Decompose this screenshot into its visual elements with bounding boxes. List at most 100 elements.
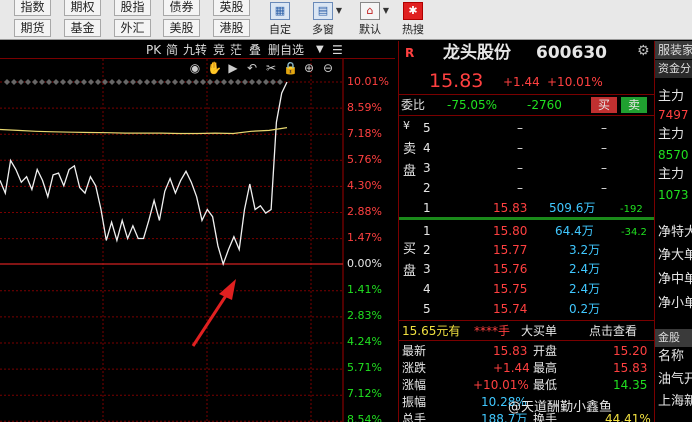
limit-band-marker [32,79,38,85]
sell-level: 2 [423,181,431,195]
toolbar-btn-hk-stocks[interactable]: 港股 [213,19,250,37]
average-price-line [0,127,288,135]
scissors-icon[interactable]: ✂ [264,61,278,75]
limit-band-marker [193,79,199,85]
limit-band-marker [151,79,157,85]
sell-button[interactable]: 卖 [621,97,647,113]
undo-icon[interactable]: ↶ [245,61,259,75]
toolbar-btn-options[interactable]: 期权 [64,0,101,16]
list-item[interactable]: 上海新 [658,394,692,410]
toolbar-btn-uk-stocks[interactable]: 英股 [213,0,250,16]
y-label-up-2: 8.59% [347,101,382,114]
sell-volume: 509.6万 [549,201,596,215]
webi-label: 委比 [401,98,426,112]
limit-band-marker [270,79,276,85]
chevron-down-icon[interactable]: ▼ [316,42,324,58]
tab-auction[interactable]: 竞 [213,42,225,58]
toolbar-default-button[interactable]: ⌂ 默认 ▼ [349,0,391,40]
toolbar-btn-forex[interactable]: 外汇 [114,19,151,37]
y-label-up-5: 4.30% [347,179,382,192]
lock-icon[interactable]: 🔒 [283,61,298,75]
chart-canvas [0,59,344,422]
toolbar-default-label: 默认 [359,23,381,36]
toolbar-custom-button[interactable]: ▦ 自定 [259,0,301,40]
limit-band-marker [186,79,192,85]
toolbar-btn-us-stocks[interactable]: 美股 [163,19,200,37]
buy-volume: 3.2万 [569,243,601,257]
y-label-up-4: 5.76% [347,153,382,166]
toolbar-btn-index[interactable]: 指数 [14,0,51,16]
toolbar-btn-futures[interactable]: 期货 [14,19,51,37]
limit-band-marker [74,79,80,85]
annotation-arrow [191,290,231,347]
currency-icon: ¥ [403,119,410,132]
intraday-chart[interactable]: PK 简 九转 竞 茫 叠 删自选 ▼ ☰ ◉ ✋ ▶ ↶ ✂ 🔒 ⊕ ⊖ 10… [0,41,395,422]
chevron-down-icon[interactable]: ▼ [383,6,389,15]
webi-pct: -75.05% [447,98,498,112]
play-icon[interactable]: ▶ [226,61,240,75]
quote-panel: R 龙头股份 600630 ⚙ 15.83 +1.44 +10.01% 委比 -… [398,41,654,422]
toolbar-multiwindow-button[interactable]: ▤ 多窗 ▼ [302,0,344,40]
buy-price: 15.74 [493,302,528,316]
hand-icon[interactable]: ✋ [207,61,222,75]
stat-label: 振幅 [402,395,427,409]
limit-band-marker [39,79,45,85]
buy-level: 1 [423,224,431,238]
r-mark: R [405,46,415,60]
current-price: 15.83 [429,70,484,92]
main-force-label: 主力 [658,167,685,182]
eye-icon[interactable]: ◉ [188,61,202,75]
stat-label: 最低 [533,378,558,392]
menu-icon[interactable]: ☰ [332,42,343,58]
limit-band-marker [60,79,66,85]
tab-remove-watchlist[interactable]: 删自选 [268,42,304,58]
limit-band-marker [11,79,17,85]
toolbar: 指数 期权 股指 债券 英股 期货 基金 外汇 美股 港股 ▦ 自定 ▤ 多窗 … [0,0,692,40]
big-order-link[interactable]: 点击查看 [589,323,637,339]
limit-band-marker [123,79,129,85]
stat-label: 最高 [533,361,558,375]
limit-band-marker [207,79,213,85]
tab-nine-turn[interactable]: 九转 [183,42,207,58]
limit-band-marker [25,79,31,85]
net-flow-label: 净大单 [658,248,692,263]
side-panel: 服装家 资金分 主力 7497 主力 8570 主力 1073 净特大 净大单 … [654,41,692,422]
buy-price: 15.75 [493,282,528,296]
tab-gold-stocks[interactable]: 金股 [655,329,692,347]
stat-value: 15.83 [613,361,648,375]
limit-band-marker [172,79,178,85]
stat-label: 总手 [402,412,427,422]
list-item[interactable]: 油气开 [658,372,692,388]
net-flow-label: 净中单 [658,272,692,287]
tab-sector[interactable]: 服装家 [655,41,692,59]
divider [399,340,654,341]
zoom-in-icon[interactable]: ⊕ [302,61,316,75]
buy-button[interactable]: 买 [591,97,617,113]
y-label-down-3: 4.24% [347,335,382,348]
tab-overlay[interactable]: 叠 [249,42,261,58]
tab-mang[interactable]: 茫 [230,42,242,58]
toolbar-btn-bonds[interactable]: 债券 [163,0,200,16]
bid-ask-divider [399,217,654,220]
zoom-out-icon[interactable]: ⊖ [321,61,335,75]
stat-value: 15.83 [493,344,528,358]
toolbar-hot-search-button[interactable]: ✱ 热搜 [392,0,434,40]
buy-volume-change: -34.2 [621,227,647,238]
limit-band-marker [18,79,24,85]
toolbar-hot-search-label: 热搜 [402,23,424,36]
tab-simple[interactable]: 简 [166,42,178,58]
tab-pk[interactable]: PK [146,42,161,58]
price-change: +1.44 [503,75,540,89]
toolbar-btn-stock-index[interactable]: 股指 [114,0,151,16]
watermark: @天道酬勤小鑫鱼 [508,400,613,415]
gear-icon[interactable]: ⚙ [637,43,650,59]
main-force-label: 主力 [658,127,685,142]
chart-header: PK 简 九转 竞 茫 叠 删自选 ▼ ☰ [0,41,395,59]
limit-band-marker [137,79,143,85]
toolbar-btn-funds[interactable]: 基金 [64,19,101,37]
tab-fund-analysis[interactable]: 资金分 [655,60,692,78]
buy-price: 15.80 [493,224,528,238]
toolbar-custom-label: 自定 [269,23,291,36]
chevron-down-icon[interactable]: ▼ [336,6,342,15]
main-force-label: 主力 [658,89,685,104]
